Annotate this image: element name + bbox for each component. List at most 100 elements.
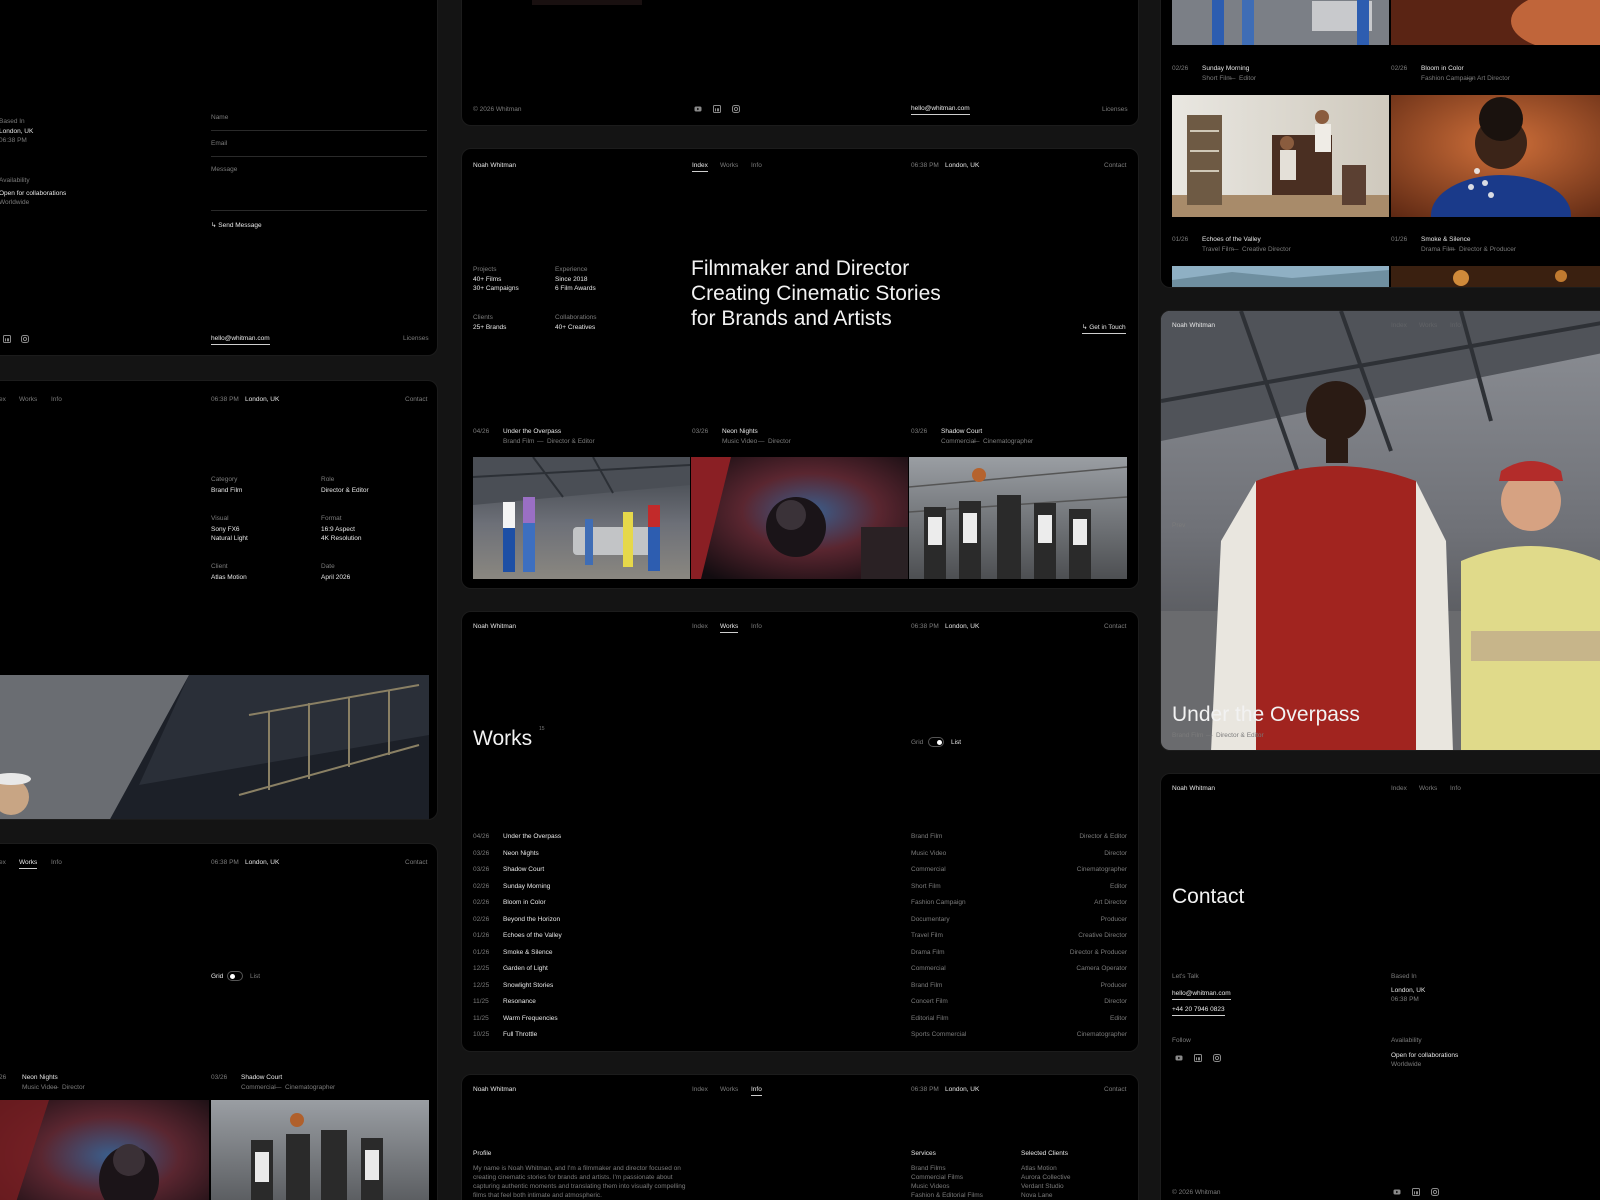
row-title[interactable]: Garden of Light bbox=[503, 964, 548, 973]
nav-contact[interactable]: Contact bbox=[1104, 161, 1126, 170]
nav-works[interactable]: Works bbox=[1419, 784, 1437, 793]
message-field[interactable]: Message bbox=[211, 165, 237, 174]
contact-email-link[interactable]: hello@whitman.com bbox=[1172, 989, 1231, 1000]
nav-info[interactable]: Info bbox=[51, 858, 62, 867]
availability-value: Open for collaborations bbox=[0, 190, 67, 197]
nav-index[interactable]: Index bbox=[1391, 784, 1407, 793]
instagram-icon[interactable] bbox=[1431, 1188, 1439, 1196]
item-title[interactable]: Neon Nights bbox=[22, 1073, 58, 1082]
nav-works[interactable]: Works bbox=[1419, 321, 1437, 330]
send-message-button[interactable]: ↳ Send Message bbox=[211, 221, 262, 230]
nav-works-active[interactable]: Works bbox=[720, 622, 739, 633]
nav-works[interactable]: Works bbox=[720, 1085, 738, 1094]
instagram-icon[interactable] bbox=[21, 335, 29, 343]
under-the-overpass-thumb[interactable] bbox=[473, 457, 690, 579]
shadow-court-thumb[interactable] bbox=[211, 1100, 429, 1200]
row-title[interactable]: Echoes of the Valley bbox=[503, 931, 562, 940]
row-title[interactable]: Bloom in Color bbox=[503, 898, 546, 907]
item-date: 02/26 bbox=[1172, 65, 1189, 72]
row-title[interactable]: Beyond the Horizon bbox=[503, 915, 560, 924]
nav-works[interactable]: Works bbox=[720, 161, 738, 170]
neon-nights-thumb[interactable] bbox=[0, 1100, 209, 1200]
linkedin-icon[interactable] bbox=[1194, 1054, 1202, 1062]
email-field[interactable]: Email bbox=[211, 139, 227, 148]
featured-title[interactable]: Under the Overpass bbox=[503, 427, 561, 436]
licenses-link[interactable]: Licenses bbox=[1102, 105, 1128, 114]
nav-works[interactable]: Works bbox=[19, 395, 37, 404]
youtube-icon[interactable] bbox=[694, 105, 702, 113]
row-title[interactable]: Under the Overpass bbox=[503, 832, 561, 841]
overpass-thumb-top[interactable] bbox=[1172, 0, 1389, 45]
linkedin-icon[interactable] bbox=[3, 335, 11, 343]
view-toggle[interactable] bbox=[928, 737, 944, 747]
linkedin-icon[interactable] bbox=[713, 105, 721, 113]
prev-link[interactable]: Prev bbox=[1172, 521, 1185, 530]
nav-index[interactable]: Index bbox=[692, 622, 708, 631]
brand-logo[interactable]: Noah Whitman bbox=[473, 622, 516, 631]
contact-phone-link[interactable]: +44 20 7946 0823 bbox=[1172, 1005, 1225, 1016]
get-in-touch-button[interactable]: ↳ Get in Touch bbox=[1082, 323, 1126, 334]
nav-contact[interactable]: Contact bbox=[405, 858, 427, 867]
item-title[interactable]: Echoes of the Valley bbox=[1202, 235, 1261, 244]
row-title[interactable]: Snowlight Stories bbox=[503, 981, 553, 990]
nav-info-active[interactable]: Info bbox=[751, 1085, 762, 1096]
brand-logo[interactable]: Noah Whitman bbox=[473, 161, 516, 170]
nav-info[interactable]: Info bbox=[751, 622, 762, 631]
row-title[interactable]: Full Throttle bbox=[503, 1030, 537, 1039]
row-title[interactable]: Warm Frequencies bbox=[503, 1014, 558, 1023]
neon-nights-thumb[interactable] bbox=[691, 457, 908, 579]
bloom-in-color-thumb[interactable] bbox=[1391, 95, 1600, 217]
instagram-icon[interactable] bbox=[1213, 1054, 1221, 1062]
nav-contact[interactable]: Contact bbox=[405, 395, 427, 404]
nav-index-active[interactable]: Index bbox=[692, 161, 708, 172]
linkedin-icon[interactable] bbox=[1412, 1188, 1420, 1196]
nav-index[interactable]: Index bbox=[692, 1085, 708, 1094]
row-title[interactable]: Neon Nights bbox=[503, 849, 539, 858]
valley-thumb-partial[interactable] bbox=[1172, 266, 1389, 287]
featured-title[interactable]: Shadow Court bbox=[941, 427, 982, 436]
sunday-morning-thumb[interactable] bbox=[1172, 95, 1389, 217]
footer-email-link[interactable]: hello@whitman.com bbox=[211, 334, 270, 345]
item-title[interactable]: Shadow Court bbox=[241, 1073, 282, 1082]
clock-time: 06:38 PM bbox=[911, 623, 939, 630]
view-list-label[interactable]: List bbox=[951, 738, 961, 747]
brand-logo[interactable]: Noah Whitman bbox=[1172, 784, 1215, 793]
nav-index-partial[interactable]: ex bbox=[0, 395, 6, 404]
view-toggle[interactable] bbox=[227, 971, 243, 981]
row-title[interactable]: Shadow Court bbox=[503, 865, 544, 874]
view-grid-label[interactable]: Grid bbox=[911, 738, 923, 747]
featured-sep: — bbox=[973, 438, 980, 445]
name-field[interactable]: Name bbox=[211, 113, 228, 122]
nav-info[interactable]: Info bbox=[1450, 784, 1461, 793]
item-title[interactable]: Sunday Morning bbox=[1202, 64, 1249, 73]
instagram-icon[interactable] bbox=[732, 105, 740, 113]
row-date: 02/26 bbox=[473, 882, 490, 890]
item-title[interactable]: Bloom in Color bbox=[1421, 64, 1464, 73]
nav-index[interactable]: Index bbox=[1391, 321, 1407, 330]
view-list-label[interactable]: List bbox=[250, 972, 260, 981]
row-title[interactable]: Resonance bbox=[503, 997, 536, 1006]
red-thumb-top[interactable] bbox=[1391, 0, 1600, 45]
nav-works-active[interactable]: Works bbox=[19, 858, 38, 869]
brand-logo[interactable]: Noah Whitman bbox=[1172, 321, 1215, 330]
footer-email-link[interactable]: hello@whitman.com bbox=[911, 104, 970, 115]
featured-title[interactable]: Neon Nights bbox=[722, 427, 758, 436]
shadow-court-thumb[interactable] bbox=[909, 457, 1127, 579]
nav-info[interactable]: Info bbox=[1450, 321, 1461, 330]
nav-contact[interactable]: Contact bbox=[1104, 622, 1126, 631]
nav-index-partial[interactable]: ex bbox=[0, 858, 6, 867]
nav-info[interactable]: Info bbox=[751, 161, 762, 170]
licenses-link[interactable]: Licenses bbox=[403, 334, 429, 343]
row-role: Camera Operator bbox=[1076, 965, 1127, 972]
nav-contact[interactable]: Contact bbox=[1104, 1085, 1126, 1094]
view-grid-label[interactable]: Grid bbox=[211, 972, 223, 981]
youtube-icon[interactable] bbox=[1175, 1054, 1183, 1062]
row-title[interactable]: Sunday Morning bbox=[503, 882, 550, 891]
nav-info[interactable]: Info bbox=[51, 395, 62, 404]
row-title[interactable]: Smoke & Silence bbox=[503, 948, 553, 957]
smoke-thumb-partial[interactable] bbox=[1391, 266, 1600, 287]
youtube-icon[interactable] bbox=[1393, 1188, 1401, 1196]
row-type: Music Video bbox=[911, 849, 947, 857]
brand-logo[interactable]: Noah Whitman bbox=[473, 1085, 516, 1094]
item-title[interactable]: Smoke & Silence bbox=[1421, 235, 1471, 244]
